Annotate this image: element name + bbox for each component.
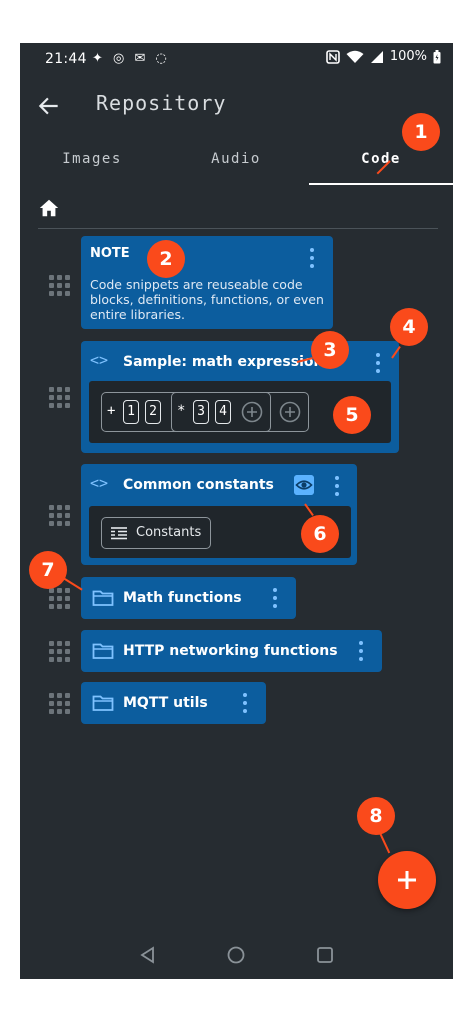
snippet-title: Sample: math expression <box>123 354 324 370</box>
active-tab-indicator <box>309 183 453 185</box>
tab-code[interactable]: Code <box>309 143 453 185</box>
phone-screen: 21:44 ✦ ◎ ✉ ◌ 100% Repository Images Aud… <box>20 43 453 979</box>
operator-plus: + <box>107 403 116 419</box>
add-circle-icon[interactable] <box>279 401 301 423</box>
annotation-badge-2: 2 <box>147 240 185 278</box>
annotation-badge-7: 7 <box>29 551 67 589</box>
annotation-badge-3: 3 <box>311 331 349 369</box>
system-nav-bar <box>20 933 453 979</box>
drag-handle-icon[interactable] <box>48 503 72 527</box>
annotation-badge-4: 4 <box>390 308 428 346</box>
battery-icon <box>433 49 441 63</box>
add-circle-icon[interactable] <box>241 401 263 423</box>
tab-images[interactable]: Images <box>20 143 164 185</box>
wifi-icon <box>346 50 364 63</box>
note-card[interactable]: NOTE Code snippets are reuseable code bl… <box>81 236 333 329</box>
drag-handle-icon[interactable] <box>48 385 72 409</box>
visibility-icon[interactable] <box>294 475 314 495</box>
drag-handle-icon[interactable] <box>48 691 72 715</box>
note-text: Code snippets are reuseable code blocks,… <box>90 277 324 322</box>
home-icon[interactable] <box>38 197 60 219</box>
page-title: Repository <box>96 91 227 115</box>
more-vert-icon[interactable] <box>309 248 315 268</box>
drag-handle-icon[interactable] <box>48 273 72 297</box>
battery-percent: 100% <box>389 49 427 64</box>
more-vert-icon[interactable] <box>272 588 278 608</box>
notification-icons: ✦ ◎ ✉ ◌ <box>92 51 170 66</box>
more-vert-icon[interactable] <box>242 693 248 713</box>
digit-token[interactable]: 3 <box>193 400 209 424</box>
drag-handle-icon[interactable] <box>48 586 72 610</box>
nav-back-icon[interactable] <box>138 945 158 965</box>
digit-token[interactable]: 4 <box>215 400 231 424</box>
code-icon: <> <box>90 351 109 369</box>
folder-icon <box>92 590 114 606</box>
annotation-badge-6: 6 <box>301 515 339 553</box>
nav-home-icon[interactable] <box>226 945 246 965</box>
constants-chip[interactable]: Constants <box>101 517 211 549</box>
drag-handle-icon[interactable] <box>48 639 72 663</box>
digit-token[interactable]: 2 <box>145 400 161 424</box>
annotation-badge-5: 5 <box>333 396 371 434</box>
status-bar: 21:44 ✦ ◎ ✉ ◌ 100% <box>20 43 453 77</box>
note-label: NOTE <box>90 246 130 261</box>
expression-inner[interactable]: * 3 4 <box>171 392 271 432</box>
arrow-left-icon[interactable] <box>36 93 62 119</box>
add-button[interactable] <box>378 851 436 909</box>
constants-label: Constants <box>136 525 202 540</box>
annotation-badge-8: 8 <box>357 797 395 835</box>
digit-token[interactable]: 1 <box>123 400 139 424</box>
folder-item-math-functions[interactable]: Math functions <box>81 577 296 619</box>
breadcrumb <box>38 195 438 229</box>
signal-icon <box>370 50 383 63</box>
folder-icon <box>92 695 114 711</box>
more-vert-icon[interactable] <box>334 476 340 496</box>
more-vert-icon[interactable] <box>375 353 381 373</box>
expression-outer[interactable]: + 1 2 * 3 4 <box>101 392 309 432</box>
folder-label: HTTP networking functions <box>123 643 338 659</box>
folder-icon <box>92 643 114 659</box>
status-right: 100% <box>326 49 441 64</box>
app-bar: Repository <box>20 81 453 133</box>
operator-multiply: * <box>177 403 186 419</box>
code-icon: <> <box>90 474 109 492</box>
list-icon <box>111 527 127 540</box>
folder-label: Math functions <box>123 590 242 606</box>
snippet-title: Common constants <box>123 477 274 493</box>
annotation-badge-1: 1 <box>402 113 440 151</box>
status-time: 21:44 <box>45 51 87 67</box>
folder-item-mqtt[interactable]: MQTT utils <box>81 682 266 724</box>
plus-icon <box>398 871 416 889</box>
nfc-icon <box>326 49 340 64</box>
folder-item-http[interactable]: HTTP networking functions <box>81 630 382 672</box>
tab-audio[interactable]: Audio <box>164 143 308 185</box>
more-vert-icon[interactable] <box>358 641 364 661</box>
nav-recents-icon[interactable] <box>315 945 335 965</box>
folder-label: MQTT utils <box>123 695 208 711</box>
